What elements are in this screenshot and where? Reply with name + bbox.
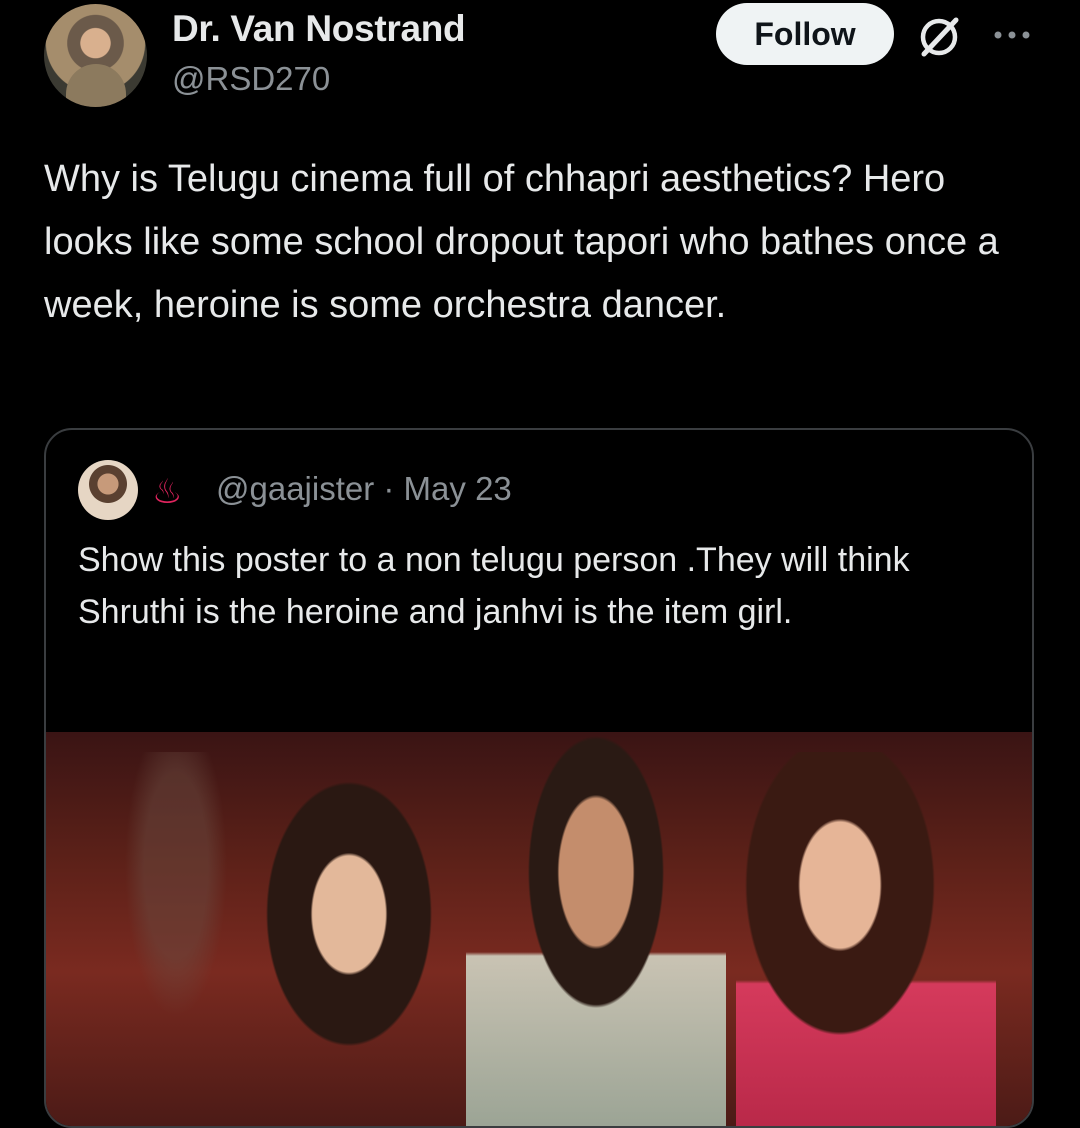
quoted-post-text: Show this poster to a non telugu person …: [78, 541, 910, 631]
author-handle[interactable]: @RSD270: [172, 60, 330, 98]
poster-figure-center: [466, 732, 726, 1126]
follow-button[interactable]: Follow: [716, 3, 894, 65]
hot-springs-emoji-icon: ♨: [152, 473, 183, 511]
post-text: Why is Telugu cinema full of chhapri aes…: [44, 158, 999, 326]
more-horizontal-icon[interactable]: [992, 28, 1032, 42]
quoted-author-handle[interactable]: @gaajister · May 23: [216, 470, 512, 508]
author-name[interactable]: Dr. Van Nostrand: [172, 8, 466, 50]
movie-poster-image[interactable]: [46, 732, 1032, 1126]
quoted-author-avatar[interactable]: [78, 460, 138, 520]
author-avatar[interactable]: [44, 4, 147, 107]
poster-figure-right: [736, 752, 996, 1126]
quoted-post-card[interactable]: ♨ @gaajister · May 23 Show this poster t…: [44, 428, 1034, 1128]
poster-figure-left: [206, 762, 466, 1126]
post-header: Dr. Van Nostrand @RSD270 Follow: [0, 0, 1080, 120]
grok-icon[interactable]: [916, 14, 962, 60]
